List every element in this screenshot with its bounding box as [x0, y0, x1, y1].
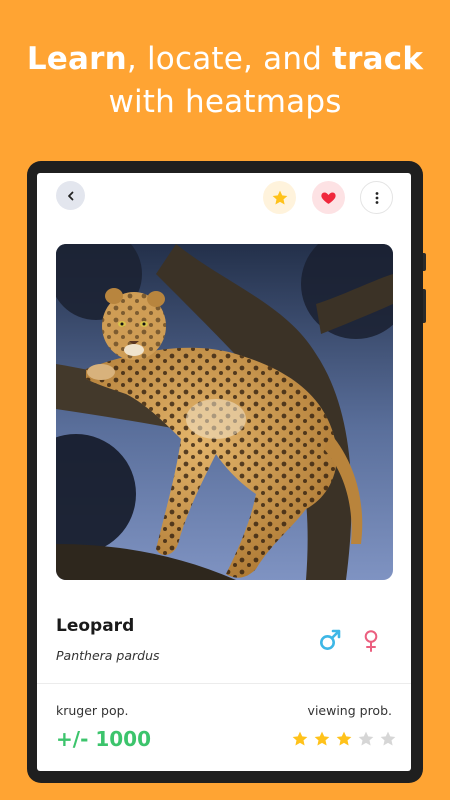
like-button[interactable] [312, 181, 345, 214]
viewing-probability-rating [291, 730, 397, 748]
viewing-probability-label: viewing prob. [307, 703, 392, 718]
star-empty-icon [358, 731, 374, 746]
device-side-button [423, 253, 426, 271]
headline-middle: , locate, and [126, 41, 333, 77]
animal-photo [56, 244, 393, 580]
chevron-left-icon [67, 191, 73, 200]
star-filled-icon [314, 731, 330, 746]
star-filled-icon [292, 731, 308, 746]
more-vertical-icon [375, 191, 378, 204]
headline: Learn, locate, and track with heatmaps [0, 38, 450, 124]
animal-name: Leopard [56, 616, 135, 636]
divider [37, 683, 411, 684]
star-icon [272, 190, 287, 205]
star-filled-icon [336, 731, 352, 746]
headline-learn: Learn [26, 41, 127, 77]
scientific-name: Panthera pardus [56, 648, 160, 663]
population-value: +/- 1000 [56, 727, 151, 751]
headline-line-2: with heatmaps [108, 84, 342, 120]
star-empty-icon [380, 731, 396, 746]
male-icon[interactable] [318, 628, 342, 652]
more-options-button[interactable] [360, 181, 393, 214]
population-label: kruger pop. [56, 703, 129, 718]
female-icon[interactable] [362, 629, 380, 653]
favorite-button[interactable] [263, 181, 296, 214]
headline-line-1: Learn, locate, and track [0, 38, 450, 81]
leopard-image [56, 244, 393, 580]
heart-icon [321, 192, 336, 204]
back-button[interactable] [56, 181, 85, 210]
device-frame: Leopard Panthera pardus kruger pop. +/- … [27, 161, 426, 783]
app-screen: Leopard Panthera pardus kruger pop. +/- … [37, 173, 411, 771]
device-volume-button [423, 289, 426, 323]
headline-track: track [332, 41, 424, 77]
